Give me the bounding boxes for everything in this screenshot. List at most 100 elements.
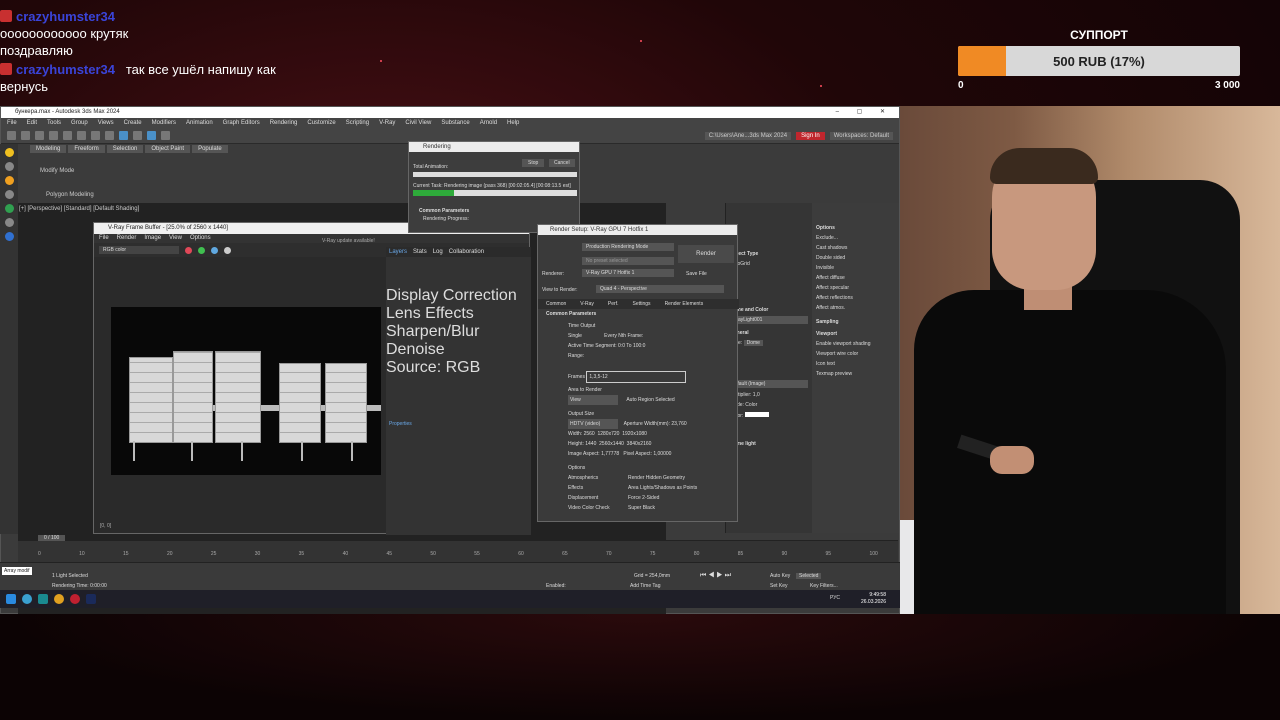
window-controls[interactable]: – ▢ ✕ xyxy=(836,108,893,115)
render-setup-tab[interactable]: V-Ray xyxy=(580,301,594,307)
vray-taskbar-icon[interactable] xyxy=(70,594,80,604)
render-icon[interactable] xyxy=(161,131,170,140)
modify-mode[interactable]: Modify Mode xyxy=(40,168,74,174)
layer-row[interactable]: Lens Effects xyxy=(386,305,531,323)
option-checkbox[interactable]: Render Hidden Geometry xyxy=(628,473,708,483)
3dsmax-icon[interactable] xyxy=(38,594,48,604)
color-swatch[interactable] xyxy=(744,412,769,417)
option-checkbox[interactable]: Area Lights/Shadows as Points xyxy=(628,483,708,493)
vfb-menu-item[interactable]: Render xyxy=(117,235,137,242)
area-dropdown[interactable]: View xyxy=(568,395,618,405)
option-checkbox[interactable]: Atmospherics xyxy=(568,473,628,483)
menu-item[interactable]: Help xyxy=(507,120,519,126)
light-option[interactable]: Cast shadows xyxy=(816,243,898,253)
green-channel-icon[interactable] xyxy=(198,246,205,254)
render-setup-icon[interactable] xyxy=(147,131,156,140)
redo-icon[interactable] xyxy=(21,131,30,140)
preset-dropdown[interactable]: No preset selected xyxy=(582,257,674,265)
rotate-icon[interactable] xyxy=(91,131,100,140)
multiplier-value[interactable]: 1,0 xyxy=(753,392,760,398)
viewport-option[interactable]: Enable viewport shading xyxy=(816,339,898,349)
workspace-dropdown[interactable]: Workspaces: Default xyxy=(829,131,893,140)
vfb-menu-item[interactable]: Image xyxy=(144,235,161,242)
language-indicator[interactable]: РУС xyxy=(830,595,840,601)
cancel-button[interactable]: Cancel xyxy=(549,159,575,167)
viewport-option[interactable]: Viewport wire color xyxy=(816,349,898,359)
vfb-update[interactable]: V-Ray update available! xyxy=(322,238,375,244)
single-radio[interactable]: Single xyxy=(568,333,582,339)
ribbon-tab[interactable]: Object Paint xyxy=(145,145,191,153)
type-dropdown[interactable]: Dome xyxy=(743,340,763,346)
layer-row[interactable]: Source: RGB xyxy=(386,359,531,377)
sign-in-button[interactable]: Sign In xyxy=(796,131,825,140)
vfb-menu-item[interactable]: File xyxy=(99,235,109,242)
playback-controls[interactable]: ⏮ ◀ ▶ ⏭ xyxy=(700,572,731,580)
windows-start-icon[interactable] xyxy=(6,594,16,604)
ribbon-tab[interactable]: Modeling xyxy=(30,145,67,153)
vray-icon[interactable] xyxy=(4,232,14,241)
mode-value[interactable]: Color xyxy=(745,402,757,408)
preset-2[interactable]: 1920x1080 xyxy=(622,431,647,437)
render-setup-tab[interactable]: Render Elements xyxy=(665,301,704,307)
option-checkbox[interactable]: Video Color Check xyxy=(568,503,628,513)
link-icon[interactable] xyxy=(35,131,44,140)
channel-dropdown[interactable]: RGB color xyxy=(99,246,179,254)
menu-item[interactable]: Graph Editors xyxy=(223,120,260,126)
vfb-menu-item[interactable]: View xyxy=(169,235,182,242)
menu-item[interactable]: V-Ray xyxy=(379,120,395,126)
selected-dropdown[interactable]: Selected xyxy=(796,573,822,579)
menu-item[interactable]: Substance xyxy=(441,120,469,126)
edge-icon[interactable] xyxy=(22,594,32,604)
renderer-dropdown[interactable]: V-Ray GPU 7 Hotfix 1 xyxy=(582,269,674,277)
scale-icon[interactable] xyxy=(105,131,114,140)
preset-3[interactable]: 2560x1440 xyxy=(599,441,624,447)
menu-item[interactable]: Create xyxy=(124,120,142,126)
menu-item[interactable]: Tools xyxy=(47,120,61,126)
vfb-menu-item[interactable]: Options xyxy=(190,235,211,242)
light-option[interactable]: Invisible xyxy=(816,263,898,273)
menu-item[interactable]: Rendering xyxy=(270,120,298,126)
camera-icon[interactable] xyxy=(4,162,14,171)
range-radio[interactable]: Range: xyxy=(568,351,708,361)
light-name-field[interactable]: VRayLight001 xyxy=(730,316,808,324)
menu-item[interactable]: Group xyxy=(71,120,88,126)
ribbon-tab[interactable]: Selection xyxy=(106,145,144,153)
alpha-icon[interactable] xyxy=(224,246,231,254)
light-icon[interactable] xyxy=(4,148,14,157)
time-slider[interactable]: 0 / 100 xyxy=(38,535,66,541)
view-dropdown[interactable]: Quad 4 - Perspective xyxy=(596,285,724,293)
menu-item[interactable]: Edit xyxy=(27,120,37,126)
key-filters-button[interactable]: Key Filters... xyxy=(810,583,838,589)
preset-4[interactable]: 3840x2160 xyxy=(627,441,652,447)
save-file-checkbox[interactable]: Save File xyxy=(686,271,707,277)
auto-key-button[interactable]: Auto Key xyxy=(770,573,790,579)
red-channel-icon[interactable] xyxy=(185,246,192,254)
chrome-icon[interactable] xyxy=(54,594,64,604)
menu-item[interactable]: Scripting xyxy=(346,120,369,126)
shape-icon[interactable] xyxy=(4,190,14,199)
render-button[interactable]: Render xyxy=(678,245,734,263)
option-checkbox[interactable]: Super Black xyxy=(628,503,708,513)
layer-row[interactable]: Sharpen/Blur xyxy=(386,323,531,341)
preset-1[interactable]: 1280x720 xyxy=(597,431,619,437)
layer-row[interactable]: Display Correction xyxy=(386,287,531,305)
render-setup-tab[interactable]: Settings xyxy=(632,301,650,307)
layer-tab[interactable]: Layers xyxy=(389,249,407,255)
option-checkbox[interactable]: Displacement xyxy=(568,493,628,503)
menu-item[interactable]: Modifiers xyxy=(152,120,176,126)
frames-radio[interactable]: Frames xyxy=(568,374,585,380)
move-icon[interactable] xyxy=(77,131,86,140)
target-dropdown[interactable]: Production Rendering Mode xyxy=(582,243,674,251)
photoshop-icon[interactable] xyxy=(86,594,96,604)
light-option[interactable]: Exclude... xyxy=(816,233,898,243)
auto-region-checkbox[interactable]: Auto Region Selected xyxy=(626,397,674,403)
light-option[interactable]: Double sided xyxy=(816,253,898,263)
light-option[interactable]: Affect specular xyxy=(816,283,898,293)
menu-item[interactable]: Animation xyxy=(186,120,213,126)
light-option[interactable]: Affect diffuse xyxy=(816,273,898,283)
menu-item[interactable]: Civil View xyxy=(405,120,431,126)
layer-row[interactable]: Denoise xyxy=(386,341,531,359)
pixel-aspect-value[interactable]: 1,00000 xyxy=(653,451,671,457)
viewport-option[interactable]: Icon text xyxy=(816,359,898,369)
active-segment-radio[interactable]: Active Time Segment: xyxy=(568,343,617,349)
